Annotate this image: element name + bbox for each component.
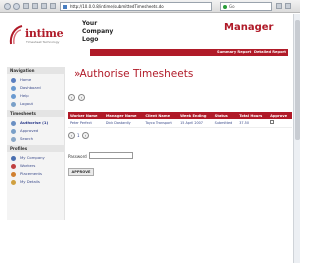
- address-bar[interactable]: http://10.0.0.8/intime/submittedTimeshee…: [60, 2, 212, 11]
- brand-name: intime: [25, 27, 64, 40]
- sidebar-item-help[interactable]: Help: [11, 92, 29, 99]
- dashboard-icon: [11, 85, 16, 91]
- company-logo: Your Company Logo: [82, 20, 122, 44]
- address-text: http://10.0.0.8/intime/submittedTimeshee…: [70, 4, 164, 9]
- search-input[interactable]: Go: [220, 2, 272, 11]
- home-icon[interactable]: [41, 3, 47, 9]
- sidebar: Navigation Home Dashboard Help Logout Ti…: [7, 67, 65, 220]
- col-client-name[interactable]: Client Name: [143, 112, 179, 119]
- col-week-ending[interactable]: Week Ending: [178, 112, 213, 119]
- timesheet-table: Worker Name Manager Name Client Name Wee…: [68, 112, 292, 128]
- cell-approve: [268, 119, 292, 128]
- sidebar-item-label: Authorise (1): [20, 120, 49, 125]
- tools-icon[interactable]: [285, 3, 291, 9]
- sidebar-item-label: Placements: [20, 171, 43, 176]
- help-icon: [11, 93, 16, 99]
- approved-icon: [11, 128, 16, 134]
- bookmark-icon[interactable]: [50, 3, 56, 9]
- sidebar-item-label: Workers: [20, 163, 36, 168]
- browser-toolbar: http://10.0.0.8/intime/submittedTimeshee…: [0, 0, 300, 13]
- authorise-icon: [11, 120, 16, 126]
- reload-icon[interactable]: [23, 3, 29, 9]
- approve-checkbox[interactable]: [270, 120, 275, 125]
- company-icon: [11, 155, 16, 161]
- search-text: Go: [229, 4, 235, 9]
- company-logo-line: Company: [82, 28, 114, 35]
- sidebar-heading-profiles: Profiles: [7, 145, 65, 152]
- previous-page-icon[interactable]: ‹: [68, 132, 75, 139]
- next-page-icon[interactable]: ›: [82, 132, 89, 139]
- col-approve: Approve: [268, 112, 292, 119]
- back-icon[interactable]: [4, 3, 11, 10]
- password-field[interactable]: [89, 152, 133, 159]
- col-worker-name[interactable]: Worker Name: [68, 112, 104, 119]
- sidebar-item-dashboard[interactable]: Dashboard: [11, 84, 41, 91]
- cell-total-hours: 37.50: [237, 119, 269, 128]
- search-icon: [11, 136, 16, 142]
- sidebar-item-label: Home: [20, 77, 32, 82]
- table-header-row: Worker Name Manager Name Client Name Wee…: [68, 112, 292, 119]
- col-status[interactable]: Status: [212, 112, 238, 119]
- sidebar-item-label: Help: [20, 93, 29, 98]
- brand-tagline: Timesheet Technology: [26, 40, 60, 44]
- scrollbar[interactable]: [293, 14, 300, 263]
- intime-logo: intime Timesheet Technology: [8, 22, 68, 50]
- scrollbar-thumb[interactable]: [295, 20, 300, 140]
- cell-client-name[interactable]: Toyco Transport: [143, 119, 179, 128]
- menu-icon[interactable]: [276, 3, 282, 9]
- site-icon: [63, 5, 67, 9]
- summary-report-link[interactable]: Summary Report: [217, 49, 251, 56]
- stop-icon[interactable]: [32, 3, 38, 9]
- password-label: Password: [68, 154, 87, 159]
- intime-swirl-icon: [9, 25, 23, 45]
- previous-page-icon[interactable]: ‹: [68, 94, 75, 101]
- sidebar-item-workers[interactable]: Workers: [11, 162, 35, 169]
- approve-button[interactable]: APPROVE: [68, 168, 94, 176]
- sidebar-item-my-details[interactable]: My Details: [11, 178, 40, 185]
- cell-manager-name[interactable]: Dick Dastardly: [103, 119, 144, 128]
- page-title-text: Authorise Timesheets: [79, 68, 194, 80]
- cell-week-ending[interactable]: 15 April 2007: [178, 119, 213, 128]
- sidebar-item-authorise[interactable]: Authorise (1): [11, 119, 48, 126]
- sidebar-item-approved[interactable]: Approved: [11, 127, 38, 134]
- sidebar-item-label: Approved: [20, 128, 39, 133]
- sidebar-item-label: Search: [20, 136, 34, 141]
- page-number[interactable]: 1: [77, 133, 80, 138]
- col-total-hours[interactable]: Total Hours: [237, 112, 269, 119]
- sidebar-item-label: My Company: [20, 155, 45, 160]
- sidebar-heading-navigation: Navigation: [7, 67, 65, 74]
- logout-icon: [11, 101, 16, 107]
- company-logo-line: Logo: [82, 36, 99, 43]
- sidebar-item-label: My Details: [20, 179, 40, 184]
- cell-status: Submitted: [212, 119, 238, 128]
- sidebar-item-home[interactable]: Home: [11, 76, 31, 83]
- home-icon: [11, 77, 16, 83]
- detailed-report-link[interactable]: Detailed Report: [254, 49, 286, 56]
- company-logo-line: Your: [82, 20, 98, 27]
- sidebar-item-logout[interactable]: Logout: [11, 100, 33, 107]
- sidebar-heading-timesheets: Timesheets: [7, 110, 65, 117]
- sidebar-item-label: Dashboard: [20, 85, 41, 90]
- page-title: »Authorise Timesheets: [74, 68, 193, 80]
- search-engine-icon: [223, 5, 227, 9]
- sidebar-item-search[interactable]: Search: [11, 135, 33, 142]
- cell-worker-name[interactable]: Peter Perfect: [68, 119, 104, 128]
- placements-icon: [11, 171, 16, 177]
- sidebar-item-my-company[interactable]: My Company: [11, 154, 45, 161]
- forward-icon[interactable]: [13, 3, 20, 10]
- sidebar-item-label: Logout: [20, 101, 33, 106]
- table-row: Peter Perfect Dick Dastardly Toyco Trans…: [68, 119, 292, 128]
- next-page-icon[interactable]: ›: [78, 94, 85, 101]
- role-title: Manager: [224, 22, 274, 33]
- details-icon: [11, 179, 16, 185]
- report-links-bar: Summary Report Detailed Report: [90, 49, 288, 56]
- workers-icon: [11, 163, 16, 169]
- sidebar-item-placements[interactable]: Placements: [11, 170, 42, 177]
- col-manager-name[interactable]: Manager Name: [103, 112, 144, 119]
- title-chevron: »: [74, 68, 81, 80]
